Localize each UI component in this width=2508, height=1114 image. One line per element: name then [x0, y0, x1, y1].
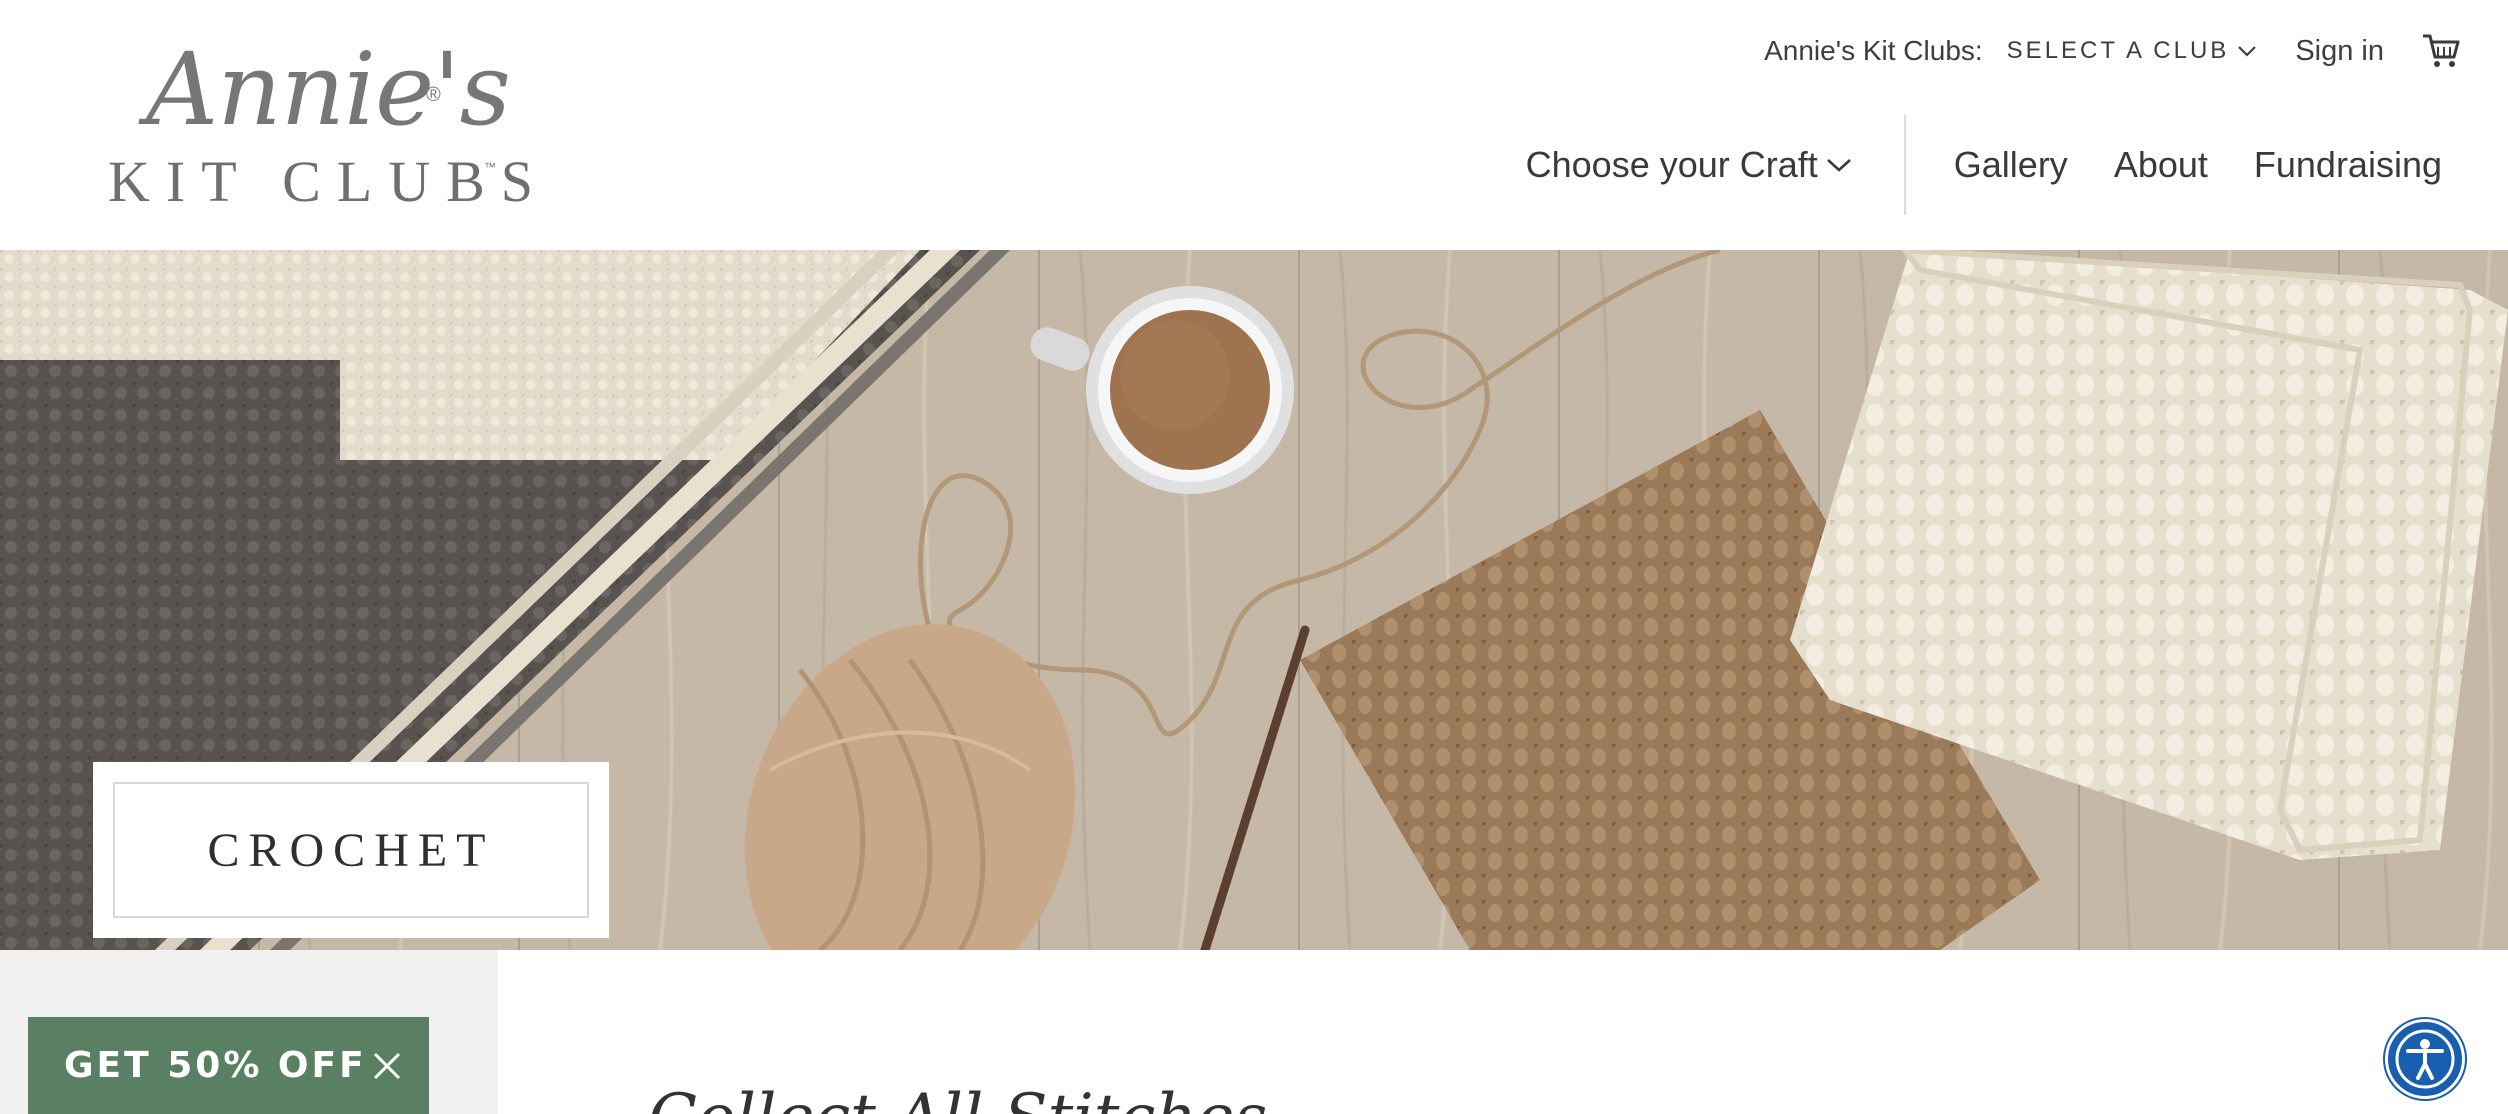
chevron-down-icon: [1826, 159, 1851, 172]
cart-icon: [2423, 34, 2460, 67]
nav-gallery[interactable]: Gallery: [1954, 144, 2068, 186]
accessibility-button[interactable]: [2385, 1019, 2465, 1099]
kit-clubs-label: Annie's Kit Clubs:: [1764, 35, 1983, 66]
craft-title-frame: CROCHET: [113, 782, 589, 918]
promo-offer-button[interactable]: GET 50% OFF: [28, 1017, 429, 1114]
logo-subtitle: KIT CLUBS: [108, 149, 550, 214]
section-heading: Collect All Stitches: [648, 1086, 1267, 1114]
accessibility-icon: [2395, 1029, 2455, 1089]
sign-in-link[interactable]: Sign in: [2295, 35, 2384, 68]
nav-divider: [1903, 115, 1906, 215]
club-select-label: SELECT A CLUB: [2006, 37, 2230, 64]
site-header: Annie's ® KIT CLUBS ™ Annie's Kit Clubs:…: [0, 0, 2508, 250]
club-select-dropdown[interactable]: SELECT A CLUB: [2007, 37, 2258, 65]
craft-title: CROCHET: [207, 823, 495, 877]
promo-label: GET 50% OFF: [64, 1045, 367, 1086]
logo-trademark: ™: [484, 160, 496, 174]
site-logo[interactable]: Annie's ® KIT CLUBS ™: [108, 31, 533, 211]
nav-fundraising[interactable]: Fundraising: [2254, 144, 2442, 186]
nav-choose-craft-label: Choose your Craft: [1525, 144, 1818, 185]
nav-choose-craft[interactable]: Choose your Craft: [1526, 144, 1852, 186]
utility-nav: Annie's Kit Clubs: SELECT A CLUB Sign in: [1764, 28, 2460, 74]
cart-button[interactable]: [2422, 33, 2460, 69]
main-nav: Choose your Craft Gallery About Fundrais…: [1526, 115, 2442, 215]
craft-title-card: CROCHET: [93, 762, 609, 938]
nav-about[interactable]: About: [2114, 144, 2208, 186]
hero-banner: CROCHET: [0, 250, 2508, 950]
chevron-down-icon: [2238, 46, 2257, 57]
close-icon[interactable]: [371, 1050, 403, 1082]
logo-registered-mark: ®: [426, 84, 441, 106]
logo-script-text: Annie's: [146, 31, 511, 148]
